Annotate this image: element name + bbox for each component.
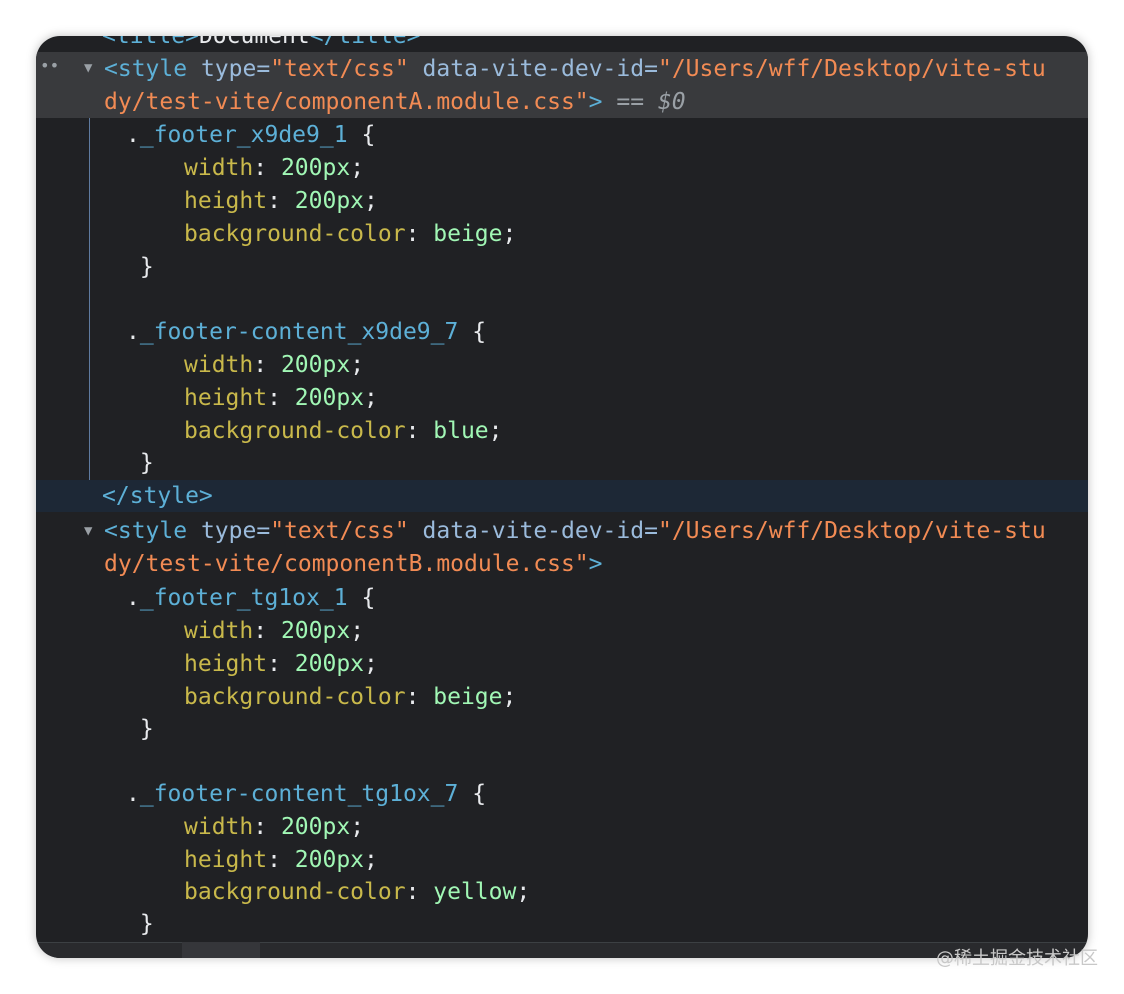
tag-end: > <box>588 551 603 577</box>
console-ref: $0 <box>657 89 686 115</box>
title-close-tag: </title> <box>309 36 421 49</box>
css-declaration: width: 200px; <box>184 618 365 644</box>
style-b-open-tag[interactable]: <style type="text/css" data-vite-dev-id=… <box>104 515 1088 548</box>
css-value: yellow <box>433 879 517 905</box>
css-value: 200px <box>280 352 351 378</box>
css-declaration: background-color: blue; <box>184 418 503 444</box>
indent-guide <box>89 118 90 480</box>
css-property: background-color <box>184 418 406 444</box>
panel-footer-tab[interactable] <box>182 942 260 958</box>
css-property: width <box>184 352 254 378</box>
css-declaration: background-color: beige; <box>184 221 517 247</box>
title-open-tag: <title> <box>102 36 199 49</box>
attr-value: "/Users/wff/Desktop/vite-stu <box>657 518 1046 544</box>
css-property: background-color <box>184 879 406 905</box>
triangle-down-icon[interactable]: ▼ <box>84 60 92 76</box>
css-value: beige <box>433 684 503 710</box>
css-value: 200px <box>294 385 365 411</box>
css-declaration: width: 200px; <box>184 814 365 840</box>
css-selector: _footer-content_x9de9_7 <box>139 319 459 345</box>
style-b-open-tag-cont[interactable]: dy/test-vite/componentB.module.css"> <box>104 548 1088 581</box>
css-selector: _footer_x9de9_1 <box>139 122 348 148</box>
devtools-elements-panel: <title>Document</title> •• ▼ <style type… <box>36 36 1088 958</box>
css-declaration: width: 200px; <box>184 155 365 181</box>
css-rule: ._footer-content_tg1ox_7 { <box>126 781 487 807</box>
style-a-open-tag[interactable]: <style type="text/css" data-vite-dev-id=… <box>104 53 1088 86</box>
watermark-text: @稀土掘金技术社区 <box>936 948 1098 969</box>
css-property: height <box>184 651 268 677</box>
css-declaration: background-color: beige; <box>184 684 517 710</box>
css-property: background-color <box>184 684 406 710</box>
css-rule-close: } <box>126 911 154 937</box>
css-declaration: height: 200px; <box>184 385 378 411</box>
ellipsis-icon[interactable]: •• <box>40 56 59 75</box>
attr-name: data-vite-dev-id <box>422 56 645 82</box>
css-value: 200px <box>280 814 351 840</box>
css-value: 200px <box>294 847 365 873</box>
triangle-down-icon[interactable]: ▼ <box>84 523 92 539</box>
css-declaration: height: 200px; <box>184 847 378 873</box>
css-declaration: background-color: yellow; <box>184 879 531 905</box>
attr-value: "text/css" <box>270 56 409 82</box>
tag-end: > <box>588 89 603 115</box>
css-value: 200px <box>280 155 351 181</box>
attr-value: dy/test-vite/componentB.module.css" <box>104 551 589 577</box>
css-declaration: width: 200px; <box>184 352 365 378</box>
tag-name: <style <box>104 518 188 544</box>
tag-name: </style> <box>102 483 213 509</box>
attr-value: "text/css" <box>270 518 409 544</box>
css-declaration: height: 200px; <box>184 651 378 677</box>
css-value: beige <box>433 221 503 247</box>
css-declaration: height: 200px; <box>184 188 378 214</box>
css-property: height <box>184 385 268 411</box>
css-selector: _footer_tg1ox_1 <box>139 585 348 611</box>
css-property: height <box>184 847 268 873</box>
style-a-close-tag[interactable]: </style> <box>102 480 1088 513</box>
attr-name: data-vite-dev-id <box>422 518 645 544</box>
attr-name: type <box>200 518 257 544</box>
css-selector: _footer-content_tg1ox_7 <box>139 781 459 807</box>
attr-value: "/Users/wff/Desktop/vite-stu <box>657 56 1046 82</box>
title-node[interactable]: <title>Document</title> <box>102 36 1088 53</box>
attr-name: type <box>200 56 257 82</box>
tag-name: <style <box>104 56 188 82</box>
css-rule-close: } <box>126 450 154 476</box>
css-value: blue <box>433 418 489 444</box>
css-rule: ._footer-content_x9de9_7 { <box>126 319 487 345</box>
css-rule-close: } <box>126 254 154 280</box>
css-value: 200px <box>294 188 365 214</box>
css-rule: ._footer_x9de9_1 { <box>126 122 376 148</box>
attr-value: dy/test-vite/componentA.module.css" <box>104 89 589 115</box>
css-value: 200px <box>280 618 351 644</box>
equals-marker: == <box>616 89 645 115</box>
title-text: Document <box>198 36 310 49</box>
css-rule-close: } <box>126 716 154 742</box>
css-rule: ._footer_tg1ox_1 { <box>126 585 376 611</box>
css-property: width <box>184 155 254 181</box>
css-property: background-color <box>184 221 406 247</box>
style-a-open-tag-cont[interactable]: dy/test-vite/componentA.module.css"> == … <box>104 86 1088 119</box>
css-property: height <box>184 188 268 214</box>
css-property: width <box>184 618 254 644</box>
css-property: width <box>184 814 254 840</box>
css-value: 200px <box>294 651 365 677</box>
